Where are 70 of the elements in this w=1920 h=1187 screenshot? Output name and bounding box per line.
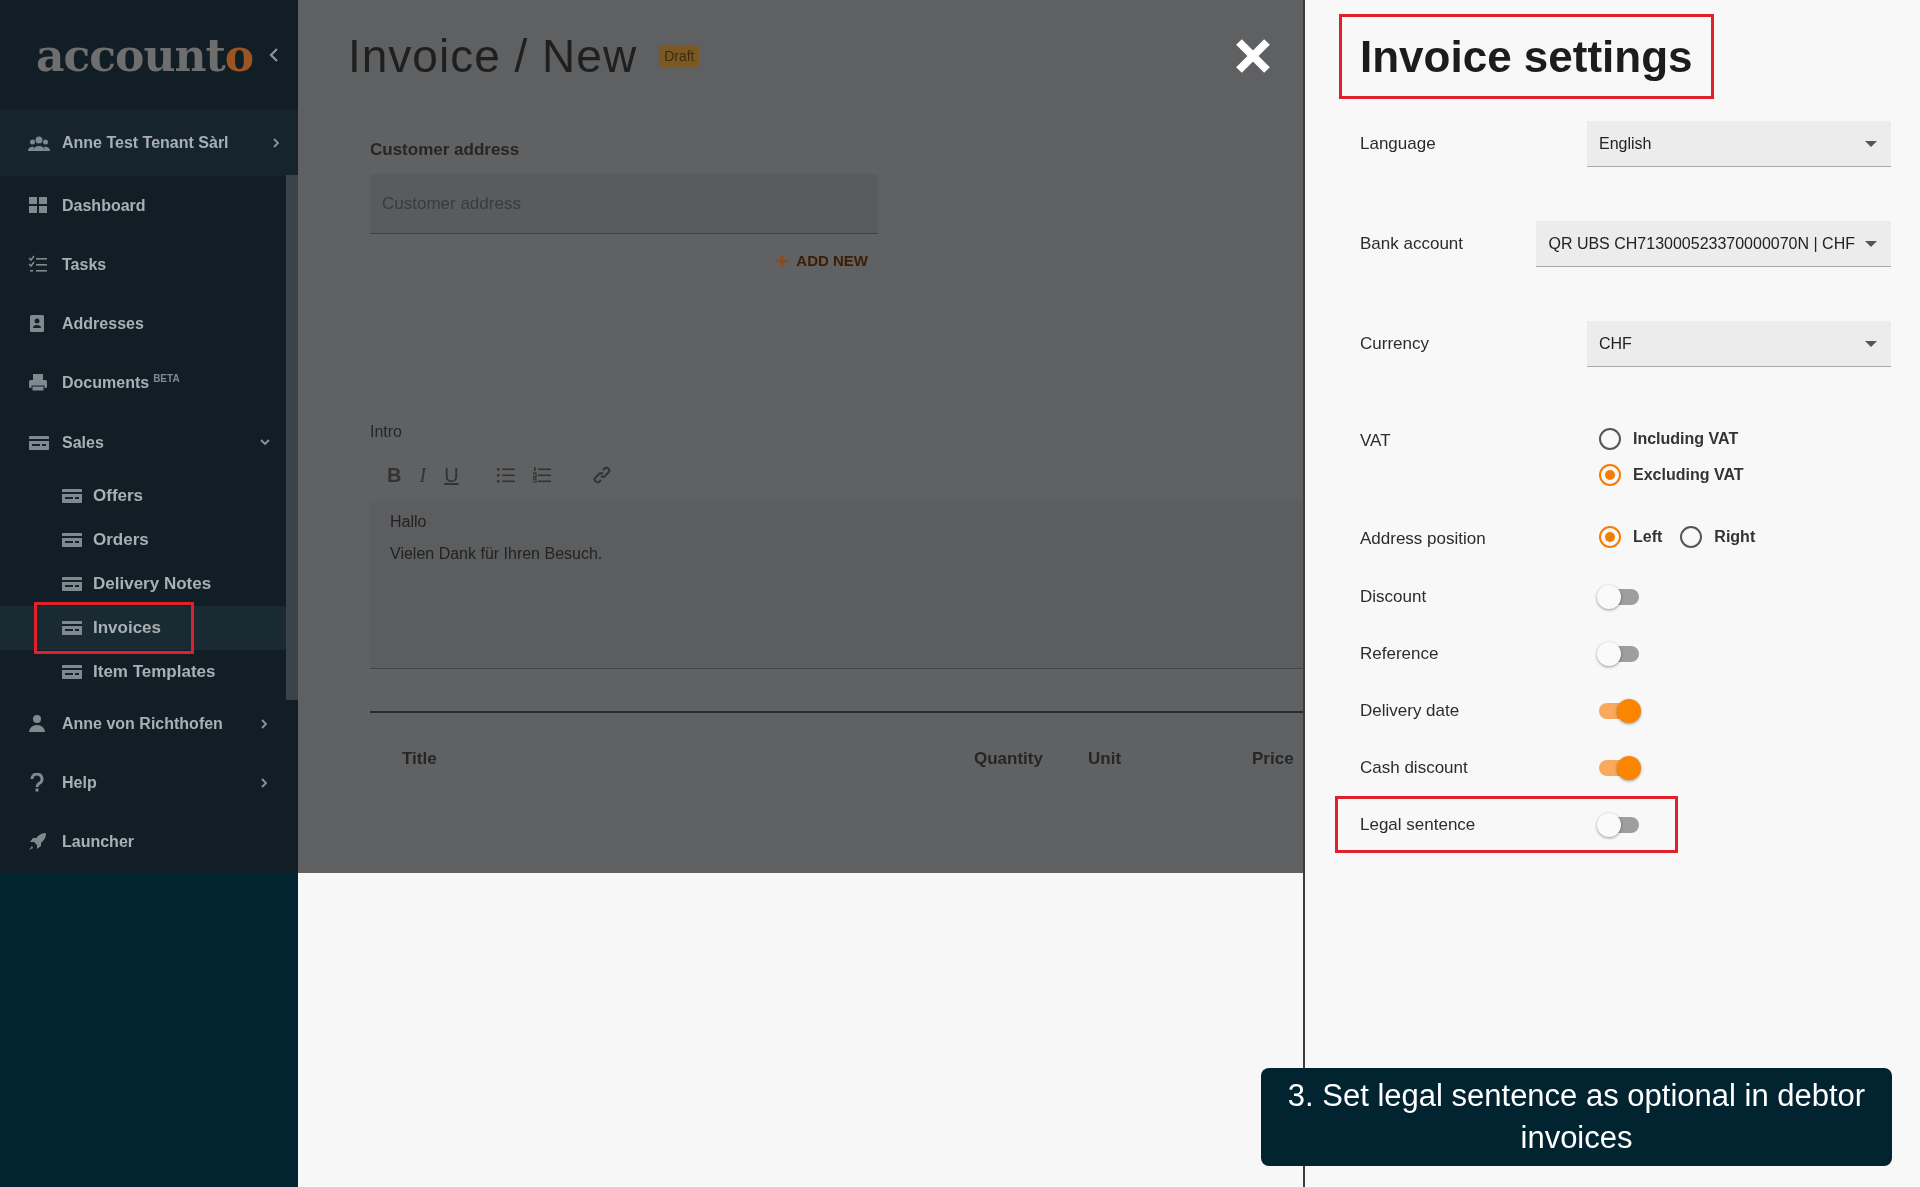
setting-label: Currency (1360, 334, 1429, 354)
sidebar-item[interactable]: Anne von Richthofen (0, 694, 286, 753)
sidebar-item[interactable]: Offers (34, 474, 177, 518)
radio-option[interactable]: Left (1599, 519, 1663, 555)
radio-button[interactable] (1599, 428, 1621, 450)
numbered-list-icon (532, 467, 551, 483)
chevron-right-icon (260, 718, 270, 729)
card-icon (61, 618, 83, 638)
sidebar-item[interactable]: Documents BETA (0, 353, 286, 412)
printer-icon (28, 373, 50, 392)
dropdown[interactable]: English (1587, 121, 1891, 167)
column-header: Quantity (974, 749, 1044, 769)
numbered-list-button[interactable] (530, 465, 553, 485)
radio-option[interactable]: Right (1680, 519, 1756, 555)
page-title: Invoice / New (348, 29, 638, 83)
sidebar-item[interactable]: Sales (0, 412, 286, 474)
dropdown-arrow-icon (1865, 240, 1877, 247)
field-label: Customer address (370, 140, 521, 160)
setting-label: Cash discount (1360, 757, 1468, 778)
column-header: Unit (1088, 749, 1123, 769)
radio-button[interactable] (1680, 526, 1703, 548)
radio-button[interactable] (1599, 526, 1621, 548)
sidebar-item[interactable]: Help (0, 753, 286, 812)
setting-label: VAT (1360, 431, 1391, 451)
sidebar-item[interactable]: Tasks (0, 235, 286, 294)
bullet-list-icon (496, 467, 515, 483)
status-badge: Draft (659, 45, 700, 67)
setting-label: Delivery date (1360, 700, 1460, 721)
card-icon (61, 530, 83, 550)
setting-label: Legal sentence (1360, 814, 1476, 835)
card-icon (61, 662, 83, 682)
beta-label: BETA (153, 373, 180, 384)
setting-label: Language (1360, 134, 1436, 154)
card-icon (61, 574, 83, 594)
column-header: Title (402, 749, 438, 769)
panel-title: Invoice settings (1339, 14, 1714, 99)
field-label: Intro (370, 423, 403, 441)
dropdown[interactable]: QR UBS CH713000523370000070N | CHF (1536, 221, 1891, 267)
sidebar-item[interactable]: Orders (34, 518, 182, 562)
radio-option[interactable]: Including VAT (1599, 421, 1917, 457)
chevron-down-icon (260, 438, 270, 448)
sidebar-item[interactable]: Invoices (34, 602, 195, 654)
sidebar-item[interactable]: Addresses (0, 294, 286, 353)
collapse-icon (269, 48, 280, 62)
checklist-icon (28, 255, 50, 274)
sidebar-item[interactable]: Anne Test Tenant Sàrl (0, 110, 298, 176)
dropdown[interactable]: CHF (1587, 321, 1891, 367)
setting-label: Address position (1360, 529, 1486, 549)
column-header: Price (1252, 749, 1295, 769)
radio-option[interactable]: Excluding VAT (1599, 457, 1917, 493)
bullet-list-button[interactable] (494, 465, 517, 485)
card-icon (61, 486, 83, 506)
setting-label: Bank account (1360, 234, 1463, 254)
sidebar-item[interactable]: Dashboard (0, 176, 286, 235)
setting-label: Discount (1360, 586, 1427, 607)
caption-banner: 3. Set legal sentence as optional in debtor invoices (1261, 1068, 1892, 1166)
chevron-right-icon (260, 777, 270, 788)
chevron-right-icon (272, 138, 282, 148)
text-line: Vielen Dank für Ihren Besuch. (390, 545, 604, 563)
sidebar-item[interactable]: Launcher (0, 812, 286, 871)
scrollbar[interactable] (286, 175, 298, 700)
plus-icon (776, 254, 789, 267)
link-icon (592, 466, 611, 484)
text-line: Hallo (390, 513, 428, 531)
card-icon (28, 433, 50, 453)
dashboard-icon (28, 196, 50, 215)
dropdown-arrow-icon (1865, 340, 1877, 347)
radio-button[interactable] (1599, 464, 1621, 486)
setting-label: Reference (1360, 643, 1439, 664)
dropdown-arrow-icon (1865, 140, 1877, 147)
